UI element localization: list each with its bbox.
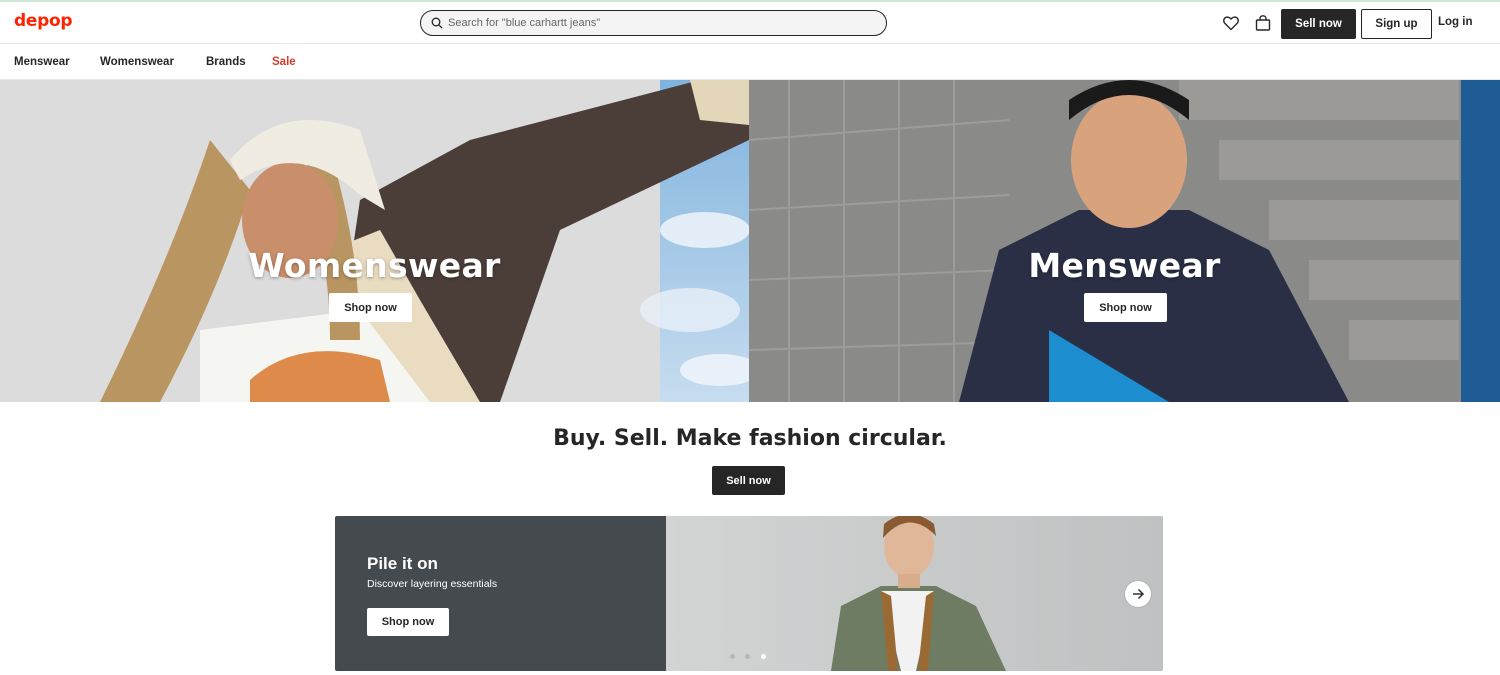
nav-item-menswear[interactable]: Menswear [14, 56, 70, 68]
heart-icon[interactable] [1222, 14, 1240, 32]
category-nav: Menswear Womenswear Brands Sale [0, 44, 1500, 80]
hero-menswear-title: Menswear [1028, 246, 1221, 285]
womenswear-shop-now-button[interactable]: Shop now [329, 293, 412, 322]
promo-shop-now-button[interactable]: Shop now [367, 608, 449, 636]
search-bar[interactable] [420, 10, 887, 36]
hero-menswear[interactable]: Menswear Shop now [749, 80, 1500, 402]
bag-icon[interactable] [1254, 14, 1272, 32]
promo-image[interactable] [666, 516, 1163, 671]
carousel-dot-2[interactable] [745, 654, 750, 659]
log-in-link[interactable]: Log in [1438, 16, 1473, 28]
promo-text-panel: Pile it on Discover layering essentials … [335, 516, 666, 671]
promo-subtitle: Discover layering essentials [367, 578, 498, 590]
promo-model-image [666, 516, 1163, 671]
promo-title: Pile it on [367, 554, 438, 573]
sign-up-button[interactable]: Sign up [1361, 9, 1432, 39]
search-icon [431, 17, 443, 29]
carousel-next-button[interactable] [1125, 581, 1151, 607]
sell-now-button[interactable]: Sell now [1281, 9, 1356, 39]
arrow-right-icon [1133, 589, 1144, 599]
carousel-dot-1[interactable] [730, 654, 735, 659]
womenswear-hero-image [0, 80, 749, 402]
carousel-dot-3[interactable] [761, 654, 766, 659]
nav-item-brands[interactable]: Brands [206, 56, 246, 68]
depop-logo[interactable]: depop [14, 11, 73, 31]
hero-womenswear[interactable]: Womenswear Shop now [0, 80, 749, 402]
menswear-hero-image [749, 80, 1500, 402]
tagline-sell-now-button[interactable]: Sell now [712, 466, 785, 495]
site-header: depop Sell now Sign up Log in [0, 2, 1500, 44]
nav-item-womenswear[interactable]: Womenswear [100, 56, 174, 68]
nav-item-sale[interactable]: Sale [272, 56, 296, 68]
promo-carousel: Pile it on Discover layering essentials … [335, 516, 1163, 671]
search-input[interactable] [448, 13, 868, 32]
hero-womenswear-title: Womenswear [248, 246, 501, 285]
tagline-heading: Buy. Sell. Make fashion circular. [553, 426, 947, 451]
menswear-shop-now-button[interactable]: Shop now [1084, 293, 1167, 322]
